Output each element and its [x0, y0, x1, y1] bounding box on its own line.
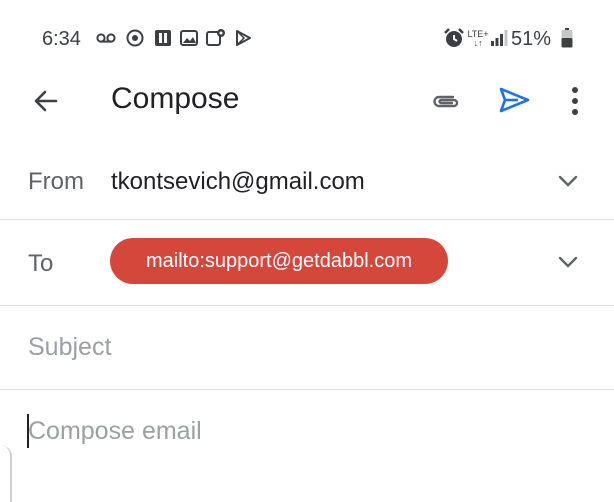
- to-chevron-down-icon[interactable]: [553, 251, 583, 273]
- alarm-icon: [443, 27, 465, 49]
- from-chevron-down-icon[interactable]: [553, 170, 583, 192]
- play-store-icon: [233, 27, 253, 49]
- whatsapp-icon: [124, 27, 146, 49]
- recipient-chip[interactable]: mailto:support@getdabbl.com: [110, 238, 448, 284]
- divider: [0, 219, 614, 220]
- signal-icon: [489, 27, 509, 49]
- send-icon[interactable]: [496, 82, 532, 118]
- voicemail-icon: [95, 27, 117, 49]
- divider: [0, 305, 614, 306]
- battery-percent: 51%: [511, 28, 552, 50]
- lte-icon: LTE+ ↓↑: [467, 28, 489, 48]
- more-vert-icon[interactable]: [562, 82, 588, 120]
- divider: [0, 389, 614, 390]
- bookmark-app-icon: [153, 27, 173, 49]
- compose-body-placeholder[interactable]: Compose email: [28, 417, 202, 446]
- network-type-label: LTE+: [467, 28, 489, 39]
- app-bar: Compose: [0, 70, 614, 132]
- photo-location-icon: [205, 27, 227, 49]
- attach-icon[interactable]: [428, 84, 462, 118]
- from-address[interactable]: tkontsevich@gmail.com: [111, 168, 365, 196]
- edge-handle: [0, 446, 12, 502]
- battery-icon: [560, 27, 574, 49]
- from-label: From: [28, 168, 84, 195]
- to-label: To: [28, 250, 54, 277]
- gallery-icon: [179, 27, 199, 49]
- page-title: Compose: [111, 82, 240, 115]
- subject-placeholder[interactable]: Subject: [28, 333, 111, 362]
- status-bar: 6:34 LTE+ ↓↑ 51%: [0, 0, 614, 70]
- back-arrow-icon[interactable]: [30, 85, 62, 117]
- status-time: 6:34: [42, 28, 81, 50]
